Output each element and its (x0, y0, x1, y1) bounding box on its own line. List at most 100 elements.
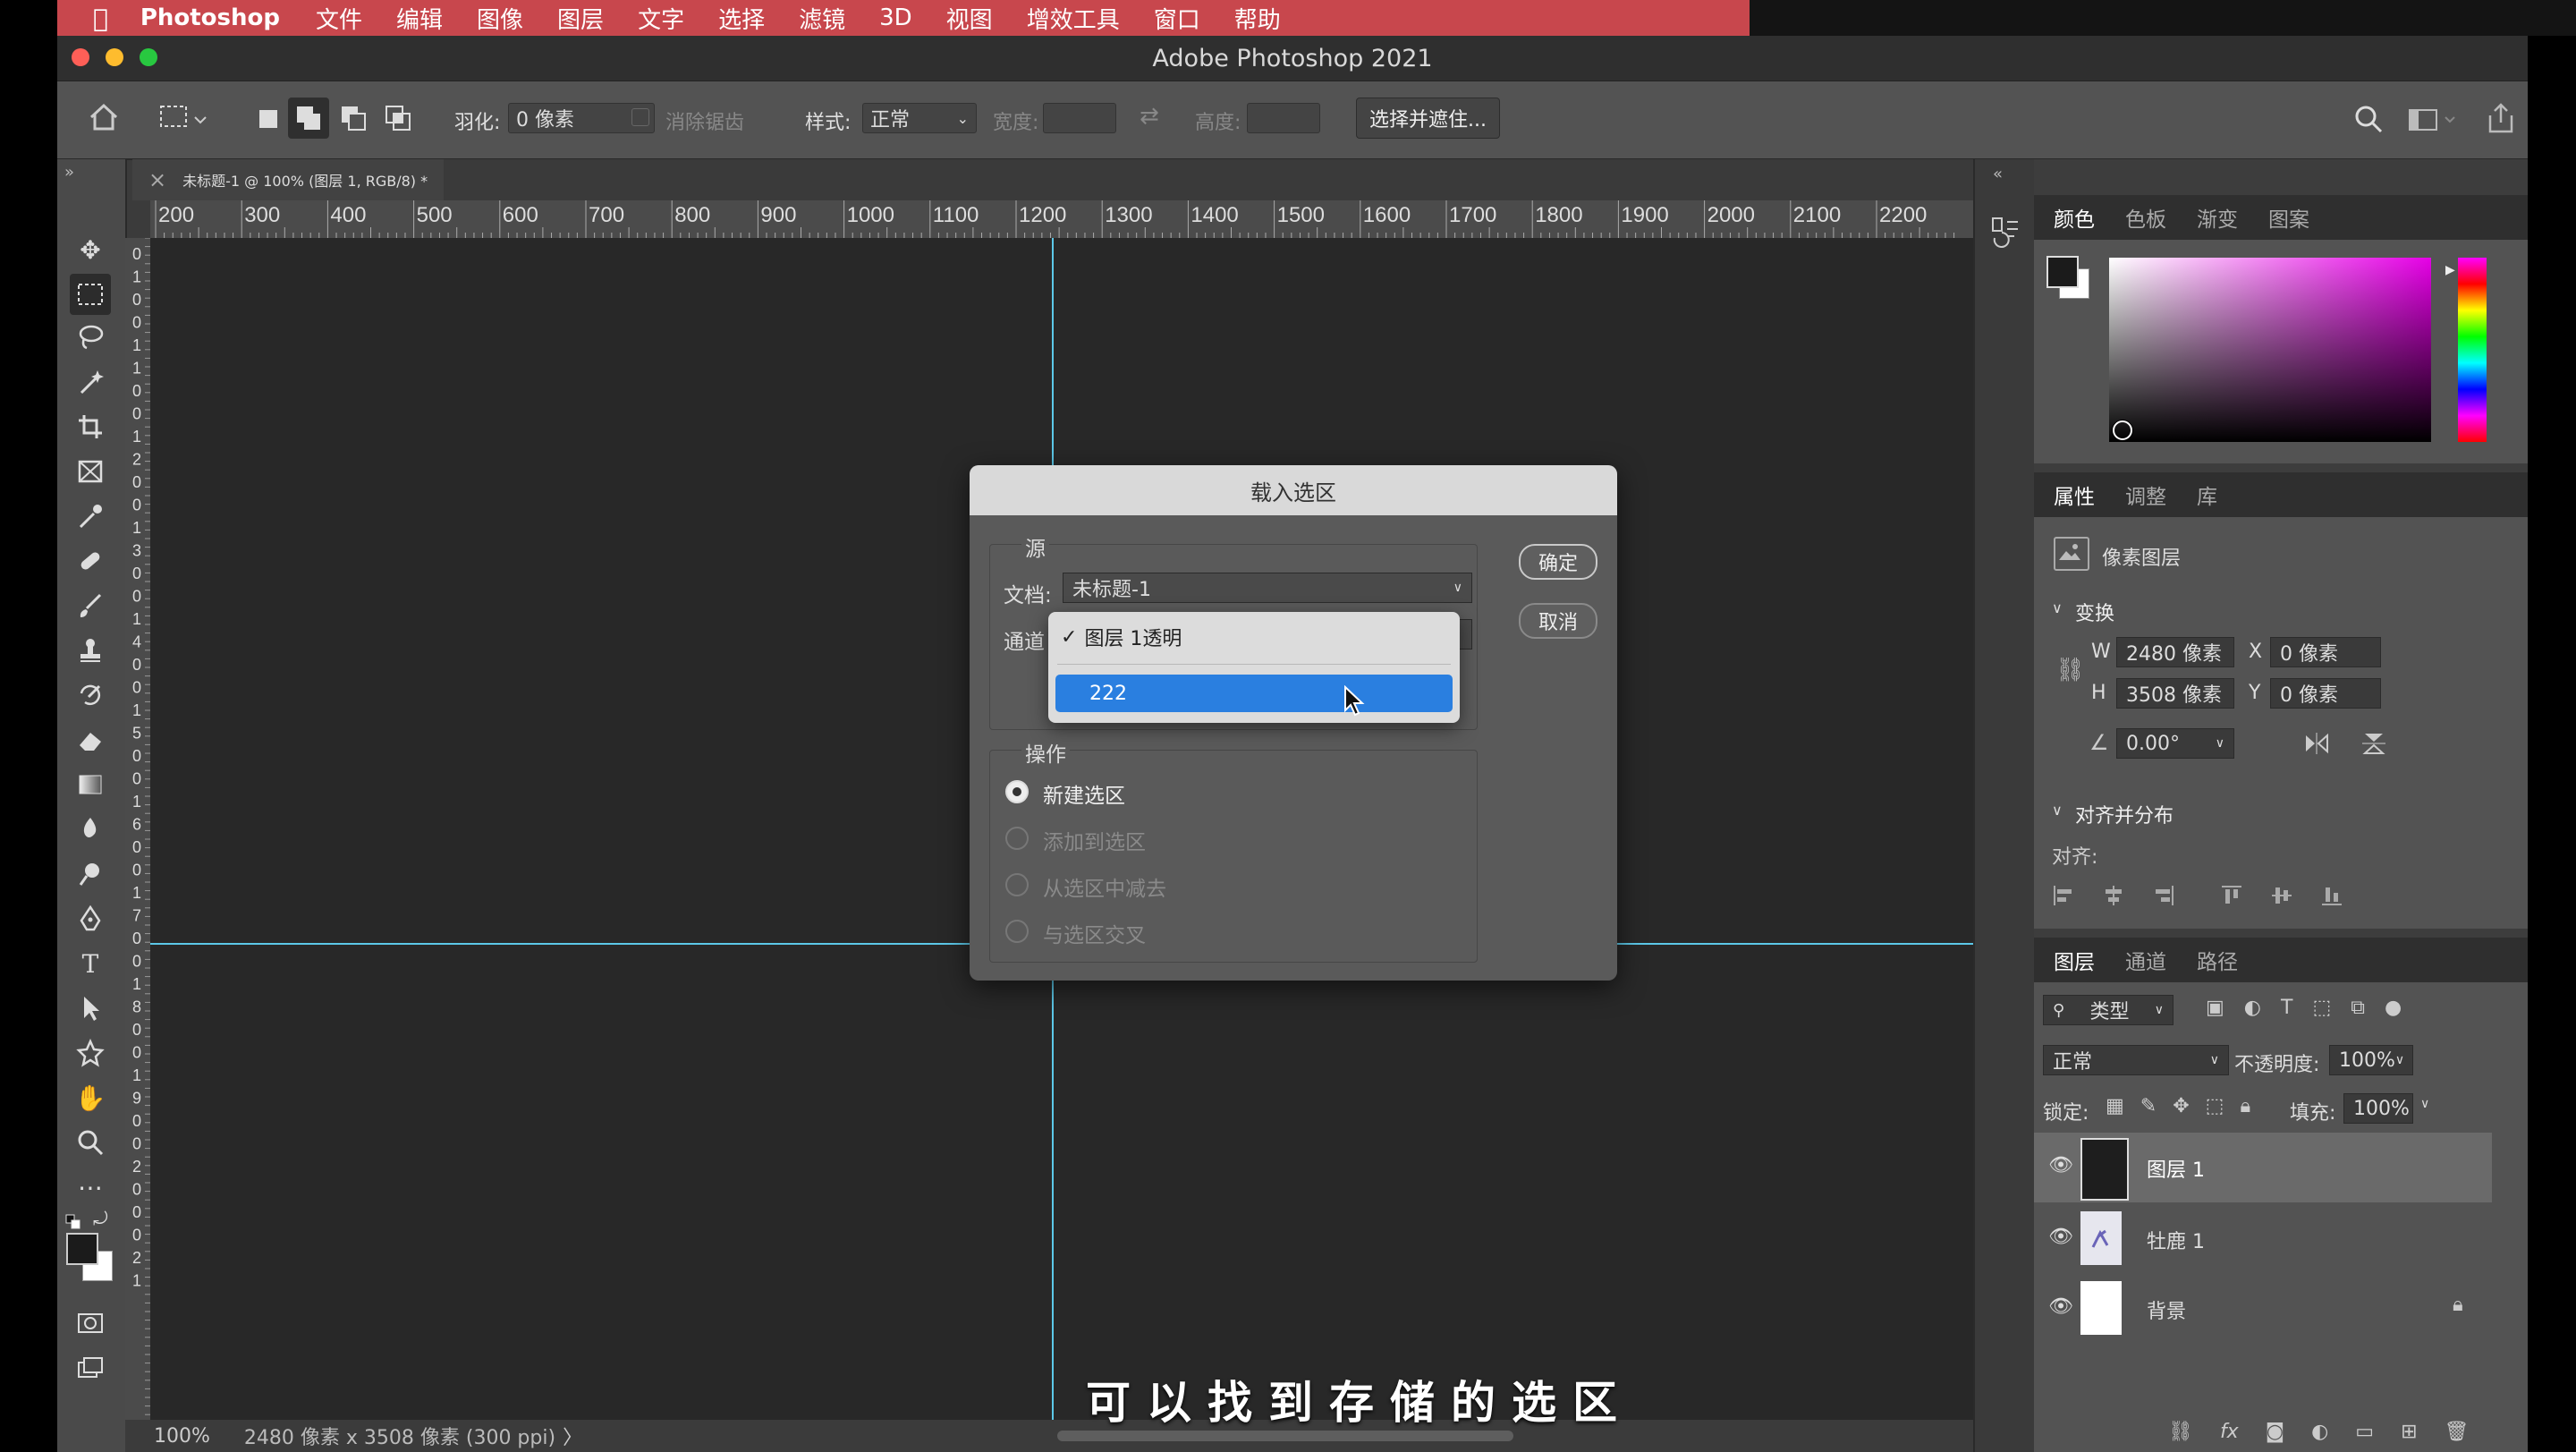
intersect-selection-icon[interactable] (381, 101, 417, 137)
magic-wand-icon[interactable] (70, 361, 111, 403)
lock-all-icon[interactable]: 🔒︎ (2240, 1095, 2250, 1117)
align-bottom-icon[interactable] (2320, 884, 2343, 907)
collapse-toolbar-icon[interactable]: » (64, 163, 74, 182)
radio-new-selection[interactable] (1005, 780, 1029, 803)
opacity-field[interactable]: 100% ∨ (2329, 1045, 2413, 1075)
filter-toggle-icon[interactable]: ● (2385, 997, 2402, 1019)
chevron-down-icon[interactable]: ∨ (2420, 1097, 2429, 1111)
search-icon[interactable] (2351, 101, 2386, 137)
new-selection-icon[interactable] (254, 105, 283, 133)
menu-item-layer-transparency[interactable]: ✓ 图层 1透明 (1061, 623, 1182, 651)
fx-icon[interactable]: fx (2220, 1421, 2239, 1443)
apple-icon[interactable]:  (93, 4, 108, 33)
height-field[interactable]: 3508 像素 (2116, 678, 2234, 709)
menu-plugins[interactable]: 增效工具 (1027, 2, 1120, 35)
healing-brush-icon[interactable] (70, 540, 111, 582)
select-and-mask-button[interactable]: 选择并遮住... (1356, 98, 1500, 139)
radio-intersect-selection[interactable] (1005, 920, 1029, 943)
align-right-icon[interactable] (2152, 884, 2175, 907)
lock-pixels-icon[interactable]: ✎ (2140, 1095, 2157, 1117)
filter-shape-icon[interactable]: ⬚ (2312, 997, 2331, 1019)
link-layers-icon[interactable]: ⛓ (2168, 1421, 2193, 1443)
swap-colors-icon[interactable]: ⤾ (93, 1208, 108, 1229)
filter-type-icon[interactable]: T (2281, 997, 2292, 1019)
flip-vertical-icon[interactable] (2360, 730, 2388, 757)
cancel-button[interactable]: 取消 (1519, 603, 1597, 639)
new-layer-icon[interactable]: ⊞ (2401, 1421, 2417, 1443)
adjustment-layer-icon[interactable]: ◐ (2311, 1421, 2328, 1443)
chevron-down-icon[interactable]: ∨ (2052, 802, 2063, 819)
menu-window[interactable]: 窗口 (1154, 2, 1200, 35)
align-distribute-section[interactable]: 对齐并分布 (2075, 800, 2174, 828)
workspace-icon[interactable] (2406, 101, 2460, 137)
fill-field[interactable]: 100% (2343, 1093, 2413, 1124)
path-selection-icon[interactable] (70, 988, 111, 1029)
filter-pixel-icon[interactable]: ▣ (2206, 997, 2224, 1019)
style-select[interactable]: 正常 ⌄ (862, 103, 977, 133)
visibility-eye-icon[interactable]: 👁︎ (2048, 1226, 2073, 1248)
radio-subtract-selection[interactable] (1005, 873, 1029, 896)
status-menu-arrow[interactable]: 〉 (563, 1422, 582, 1450)
align-hcenter-icon[interactable] (2102, 884, 2125, 907)
more-tools-icon[interactable]: ⋯ (70, 1167, 111, 1208)
tab-libraries[interactable]: 库 (2197, 480, 2217, 510)
x-field[interactable]: 0 像素 (2270, 637, 2381, 667)
color-picker-handle[interactable] (2113, 420, 2132, 440)
lasso-tool-icon[interactable] (70, 317, 111, 358)
tab-channels[interactable]: 通道 (2125, 945, 2166, 975)
height-input[interactable] (1247, 103, 1320, 133)
angle-field[interactable]: 0.00° ∨ (2116, 728, 2234, 759)
menu-app-name[interactable]: Photoshop (140, 4, 280, 31)
menu-edit[interactable]: 编辑 (396, 2, 443, 35)
hue-slider-marker[interactable]: ▶ (2445, 263, 2455, 277)
quick-mask-icon[interactable] (70, 1303, 111, 1344)
radio-add-selection[interactable] (1005, 827, 1029, 850)
document-select[interactable]: 未标题-1 ∨ (1063, 573, 1472, 603)
menu-file[interactable]: 文件 (316, 2, 362, 35)
menu-3d[interactable]: 3D (879, 4, 912, 31)
subtract-selection-icon[interactable] (336, 101, 372, 137)
menu-item-222[interactable]: 222 (1055, 675, 1453, 712)
eyedropper-icon[interactable] (70, 496, 111, 537)
width-input[interactable] (1043, 103, 1116, 133)
filter-smart-object-icon[interactable]: ⧉ (2351, 997, 2365, 1019)
blend-mode-select[interactable]: 正常 ∨ (2043, 1045, 2229, 1075)
frame-tool-icon[interactable] (70, 451, 111, 492)
ok-button[interactable]: 确定 (1519, 544, 1597, 580)
color-fg-swatch[interactable] (2046, 256, 2079, 288)
layer-filter-select[interactable]: ⚲ 类型 ∨ (2043, 995, 2174, 1025)
delete-layer-icon[interactable]: 🗑︎ (2445, 1421, 2470, 1443)
tab-paths[interactable]: 路径 (2197, 945, 2238, 975)
eraser-tool-icon[interactable] (70, 719, 111, 760)
lock-position-icon[interactable]: ✥ (2173, 1095, 2189, 1117)
shape-tool-icon[interactable] (70, 1032, 111, 1074)
align-left-icon[interactable] (2052, 884, 2075, 907)
op-intersect-label[interactable]: 与选区交叉 (1043, 918, 1146, 948)
align-top-icon[interactable] (2220, 884, 2243, 907)
op-add-label[interactable]: 添加到选区 (1043, 825, 1146, 855)
lock-transparent-icon[interactable]: ▦ (2106, 1095, 2124, 1117)
move-tool-icon[interactable]: ✥ (70, 229, 111, 270)
minimize-window-button[interactable] (106, 48, 123, 66)
close-window-button[interactable] (72, 48, 89, 66)
chevron-down-icon[interactable]: ∨ (2052, 599, 2063, 616)
menu-view[interactable]: 视图 (946, 2, 993, 35)
share-icon[interactable] (2483, 101, 2519, 137)
foreground-color-swatch[interactable] (66, 1233, 98, 1265)
tab-adjustments[interactable]: 调整 (2125, 480, 2166, 510)
gradient-tool-icon[interactable] (70, 764, 111, 805)
swap-icon[interactable]: ⇄ (1140, 103, 1159, 130)
flip-horizontal-icon[interactable] (2302, 730, 2331, 757)
menu-help[interactable]: 帮助 (1234, 2, 1281, 35)
layer-row[interactable]: 👁︎ 背景 🔒︎ (2034, 1274, 2492, 1344)
marquee-tool-icon[interactable] (70, 274, 111, 315)
history-panel-icon[interactable] (1987, 213, 2023, 249)
antialias-checkbox[interactable] (631, 108, 649, 126)
hue-slider[interactable] (2458, 258, 2487, 442)
close-tab-icon[interactable]: × (148, 167, 166, 192)
op-new-label[interactable]: 新建选区 (1043, 778, 1125, 809)
history-brush-icon[interactable] (70, 675, 111, 716)
link-icon[interactable]: ⛓ (2055, 657, 2085, 684)
zoom-level[interactable]: 100% (154, 1425, 210, 1448)
tab-properties[interactable]: 属性 (2054, 480, 2095, 510)
